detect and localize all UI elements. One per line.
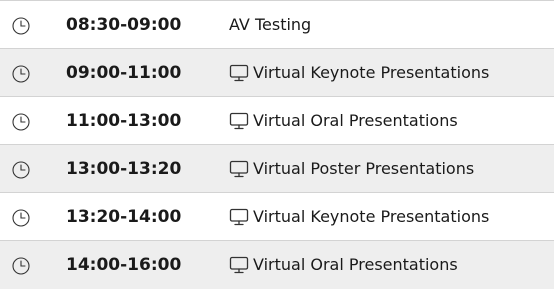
session-time: 08:30-09:00 xyxy=(66,15,182,35)
session-title: Virtual Poster Presentations xyxy=(253,159,475,178)
session-entry: Virtual Keynote Presentations xyxy=(229,62,489,84)
clock-icon xyxy=(12,65,30,83)
schedule-row: 13:20-14:00 Virtual Keynote Presentation… xyxy=(0,193,554,241)
clock-icon xyxy=(12,113,30,131)
session-title: Virtual Keynote Presentations xyxy=(253,207,490,226)
schedule-row: 13:00-13:20 Virtual Poster Presentations xyxy=(0,145,554,193)
session-time: 13:20-14:00 xyxy=(66,207,182,227)
schedule-list: 08:30-09:00 AV Testing 09:00-11:00 Virtu… xyxy=(0,1,554,289)
session-entry: AV Testing xyxy=(229,14,311,36)
monitor-icon xyxy=(229,112,249,130)
monitor-icon xyxy=(229,208,249,226)
session-entry: Virtual Oral Presentations xyxy=(229,254,458,276)
monitor-icon xyxy=(229,256,249,274)
session-entry: Virtual Keynote Presentations xyxy=(229,206,489,228)
schedule-row: 08:30-09:00 AV Testing xyxy=(0,1,554,49)
session-time: 09:00-11:00 xyxy=(66,63,182,83)
clock-icon xyxy=(12,257,30,275)
clock-icon xyxy=(12,161,30,179)
session-title: Virtual Oral Presentations xyxy=(253,111,458,130)
session-title: Virtual Oral Presentations xyxy=(253,255,458,274)
session-entry: Virtual Poster Presentations xyxy=(229,158,474,180)
session-title: Virtual Keynote Presentations xyxy=(253,63,490,82)
session-time: 13:00-13:20 xyxy=(66,159,182,179)
monitor-icon xyxy=(229,160,249,178)
session-time: 11:00-13:00 xyxy=(66,111,182,131)
clock-icon xyxy=(12,17,30,35)
schedule-row: 14:00-16:00 Virtual Oral Presentations xyxy=(0,241,554,289)
clock-icon xyxy=(12,209,30,227)
schedule-row: 09:00-11:00 Virtual Keynote Presentation… xyxy=(0,49,554,97)
session-title: AV Testing xyxy=(229,15,312,34)
session-entry: Virtual Oral Presentations xyxy=(229,110,458,132)
session-time: 14:00-16:00 xyxy=(66,255,182,275)
monitor-icon xyxy=(229,64,249,82)
schedule-row: 11:00-13:00 Virtual Oral Presentations xyxy=(0,97,554,145)
